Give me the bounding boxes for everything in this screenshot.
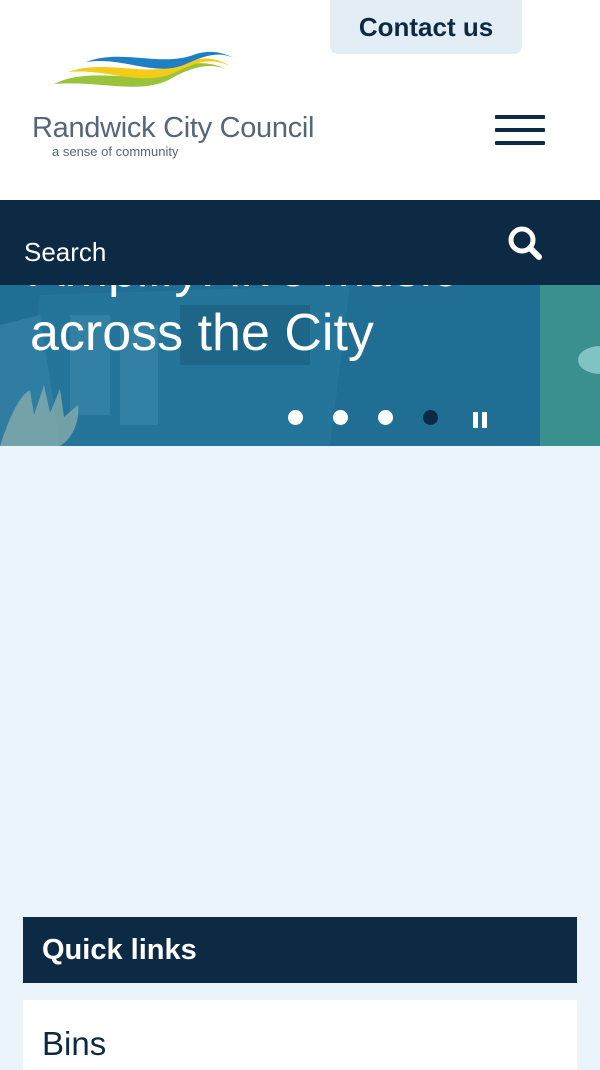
search-input[interactable] bbox=[22, 230, 486, 274]
site-header: Contact us Randwick City Council a sense… bbox=[0, 0, 600, 200]
logo-tagline: a sense of community bbox=[52, 144, 179, 159]
hero-slide-title[interactable]: Amplify: live music across the City bbox=[30, 285, 560, 365]
quick-links-heading: Quick links bbox=[23, 917, 577, 983]
carousel-dot-1[interactable] bbox=[288, 410, 303, 425]
quick-link-bins[interactable]: Bins bbox=[23, 1000, 577, 1070]
search-icon[interactable] bbox=[504, 224, 548, 264]
pause-icon[interactable] bbox=[470, 409, 490, 431]
council-logo[interactable]: Randwick City Council a sense of communi… bbox=[30, 50, 360, 165]
carousel-dot-3[interactable] bbox=[378, 410, 393, 425]
hamburger-menu-icon[interactable] bbox=[490, 108, 550, 152]
carousel-dot-2[interactable] bbox=[333, 410, 348, 425]
logo-waves-icon bbox=[54, 51, 234, 87]
contact-us-button[interactable]: Contact us bbox=[330, 0, 522, 54]
logo-name: Randwick City Council bbox=[32, 112, 315, 144]
carousel-dot-4[interactable] bbox=[423, 410, 438, 425]
